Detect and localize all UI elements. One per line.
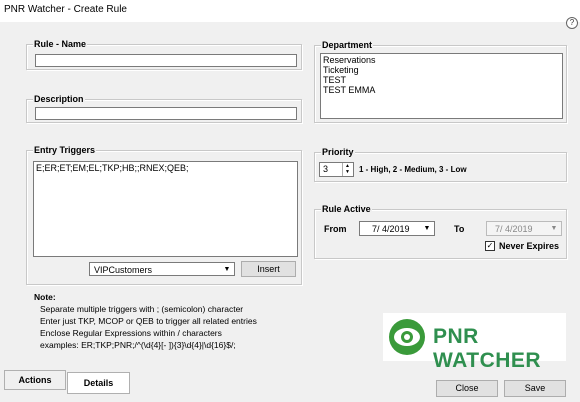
rule-name-group: Rule - Name xyxy=(26,39,302,70)
to-label: To xyxy=(454,224,465,234)
close-button[interactable]: Close xyxy=(436,380,498,397)
never-expires-checkbox[interactable]: ✓ xyxy=(485,241,495,251)
rule-name-label: Rule - Name xyxy=(33,39,88,50)
tab-details[interactable]: Details xyxy=(67,372,130,394)
department-group: Department Reservations Ticketing TEST T… xyxy=(314,40,567,123)
priority-hint: 1 - High, 2 - Medium, 3 - Low xyxy=(359,165,467,174)
priority-label: Priority xyxy=(321,147,355,158)
entry-triggers-textarea[interactable]: E;ER;ET;EM;EL;TKP;HB;;RNEX;QEB; xyxy=(33,161,298,257)
entry-triggers-group: Entry Triggers E;ER;ET;EM;EL;TKP;HB;;RNE… xyxy=(26,145,302,285)
list-item[interactable]: TEST EMMA xyxy=(323,85,560,95)
chevron-down-icon[interactable]: ▼ xyxy=(221,264,233,274)
note-line: Enter just TKP, MCOP or QEB to trigger a… xyxy=(40,316,257,326)
description-group: Description xyxy=(26,94,302,123)
rule-active-group: Rule Active From 7/ 4/2019 ▼ To 7/ 4/201… xyxy=(314,204,567,259)
list-item[interactable]: Ticketing xyxy=(323,65,560,75)
rule-name-input[interactable] xyxy=(35,54,297,67)
entry-triggers-label: Entry Triggers xyxy=(33,145,97,156)
note-line: examples: ER;TKP;PNR;/^(\d{4}[- ]){3}\d{… xyxy=(40,340,236,350)
help-icon[interactable]: ? xyxy=(566,17,578,29)
department-listbox[interactable]: Reservations Ticketing TEST TEST EMMA xyxy=(320,53,563,119)
from-label: From xyxy=(324,224,347,234)
chevron-down-icon[interactable]: ▼ xyxy=(548,223,560,234)
list-item[interactable]: Reservations xyxy=(323,55,560,65)
description-label: Description xyxy=(33,94,85,105)
chevron-down-icon[interactable]: ▼ xyxy=(421,223,433,234)
note-label: Note: xyxy=(34,292,56,302)
note-line: Separate multiple triggers with ; (semic… xyxy=(40,304,244,314)
save-button[interactable]: Save xyxy=(504,380,566,397)
list-item[interactable]: TEST xyxy=(323,75,560,85)
note-section: Note: Separate multiple triggers with ; … xyxy=(34,291,304,351)
logo-text: PNR WATCHER xyxy=(433,325,542,372)
description-input[interactable] xyxy=(35,107,297,120)
from-date-picker[interactable]: 7/ 4/2019 ▼ xyxy=(359,221,435,236)
title-bar: PNR Watcher - Create Rule xyxy=(0,0,580,22)
pnr-watcher-logo: PNR WATCHER xyxy=(383,313,566,372)
insert-button[interactable]: Insert xyxy=(241,261,296,277)
never-expires-label: Never Expires xyxy=(499,241,560,251)
priority-group: Priority 3 ▲ ▼ 1 - High, 2 - Medium, 3 - … xyxy=(314,147,567,182)
to-date-picker[interactable]: 7/ 4/2019 ▼ xyxy=(486,221,562,236)
priority-stepper[interactable]: 3 ▲ ▼ xyxy=(319,162,354,177)
to-date-value: 7/ 4/2019 xyxy=(495,224,533,234)
tab-actions[interactable]: Actions xyxy=(4,370,66,390)
note-line: Enclose Regular Expressions within / cha… xyxy=(40,328,222,338)
from-date-value: 7/ 4/2019 xyxy=(372,224,410,234)
department-label: Department xyxy=(321,40,374,51)
trigger-template-select[interactable]: VIPCustomers ▼ xyxy=(89,262,235,276)
trigger-template-value: VIPCustomers xyxy=(94,265,153,275)
rule-active-label: Rule Active xyxy=(321,204,372,215)
window-title: PNR Watcher - Create Rule xyxy=(4,4,127,15)
priority-value: 3 xyxy=(323,164,329,174)
spinner-arrows-icon[interactable]: ▲ ▼ xyxy=(342,163,352,176)
logo-eye-icon xyxy=(389,319,425,355)
